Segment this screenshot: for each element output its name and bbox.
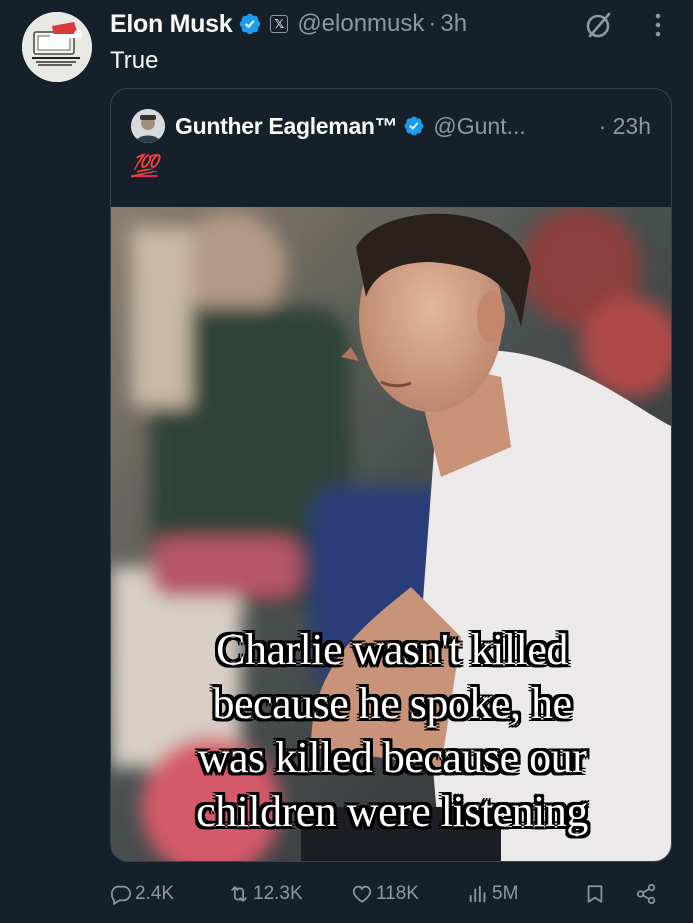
author-name[interactable]: Elon Musk	[110, 10, 233, 39]
quoted-post-image[interactable]: Charlie wasn't killed because he spoke, …	[111, 207, 671, 861]
tweet[interactable]: Elon Musk 𝕏 @elonmusk · 3h True Gunther …	[0, 0, 693, 923]
quoted-author-avatar[interactable]	[131, 109, 165, 143]
bookmark-button[interactable]	[584, 876, 609, 912]
quoted-author-name[interactable]: Gunther Eagleman™	[175, 113, 398, 140]
share-icon	[635, 883, 660, 905]
more-icon[interactable]	[646, 12, 670, 38]
author-handle[interactable]: @elonmusk	[297, 10, 424, 38]
repost-icon	[228, 883, 253, 905]
views-button[interactable]: 5M	[467, 876, 518, 912]
reply-icon	[110, 883, 135, 905]
bookmark-icon	[584, 883, 609, 905]
grok-icon[interactable]	[584, 10, 614, 40]
repost-count: 12.3K	[253, 883, 303, 904]
post-header: Elon Musk 𝕏 @elonmusk · 3h	[110, 8, 467, 40]
author-avatar[interactable]	[22, 12, 92, 82]
quoted-post-text: 💯	[131, 153, 158, 178]
quoted-author-handle[interactable]: @Gunt...	[433, 113, 525, 140]
caption-line: because he spoke, he	[212, 679, 572, 728]
quoted-post[interactable]: Gunther Eagleman™ @Gunt... · 23h 💯 Charl…	[110, 88, 672, 862]
verified-badge-icon[interactable]	[403, 115, 425, 137]
quoted-post-header: Gunther Eagleman™ @Gunt...	[175, 109, 526, 143]
like-icon	[351, 883, 376, 905]
x-affiliate-badge-icon[interactable]: 𝕏	[270, 15, 289, 33]
share-button[interactable]	[635, 876, 660, 912]
action-bar: 2.4K 12.3K 118K 5M	[110, 876, 670, 912]
repost-button[interactable]: 12.3K	[228, 876, 303, 912]
like-button[interactable]: 118K	[351, 876, 419, 912]
like-count: 118K	[376, 883, 419, 904]
post-time[interactable]: 3h	[440, 10, 467, 38]
views-icon	[467, 883, 492, 905]
quoted-post-time[interactable]: · 23h	[599, 109, 651, 143]
post-text: True	[110, 47, 159, 74]
image-caption: Charlie wasn't killed because he spoke, …	[111, 623, 671, 839]
separator-dot: ·	[428, 10, 437, 37]
reply-count: 2.4K	[135, 883, 175, 904]
reply-button[interactable]: 2.4K	[110, 876, 174, 912]
caption-line: children were listening	[196, 787, 588, 836]
caption-line: was killed because our	[197, 733, 587, 782]
verified-badge-icon[interactable]	[238, 12, 262, 36]
caption-line: Charlie wasn't killed	[216, 625, 568, 674]
views-count: 5M	[492, 883, 519, 904]
